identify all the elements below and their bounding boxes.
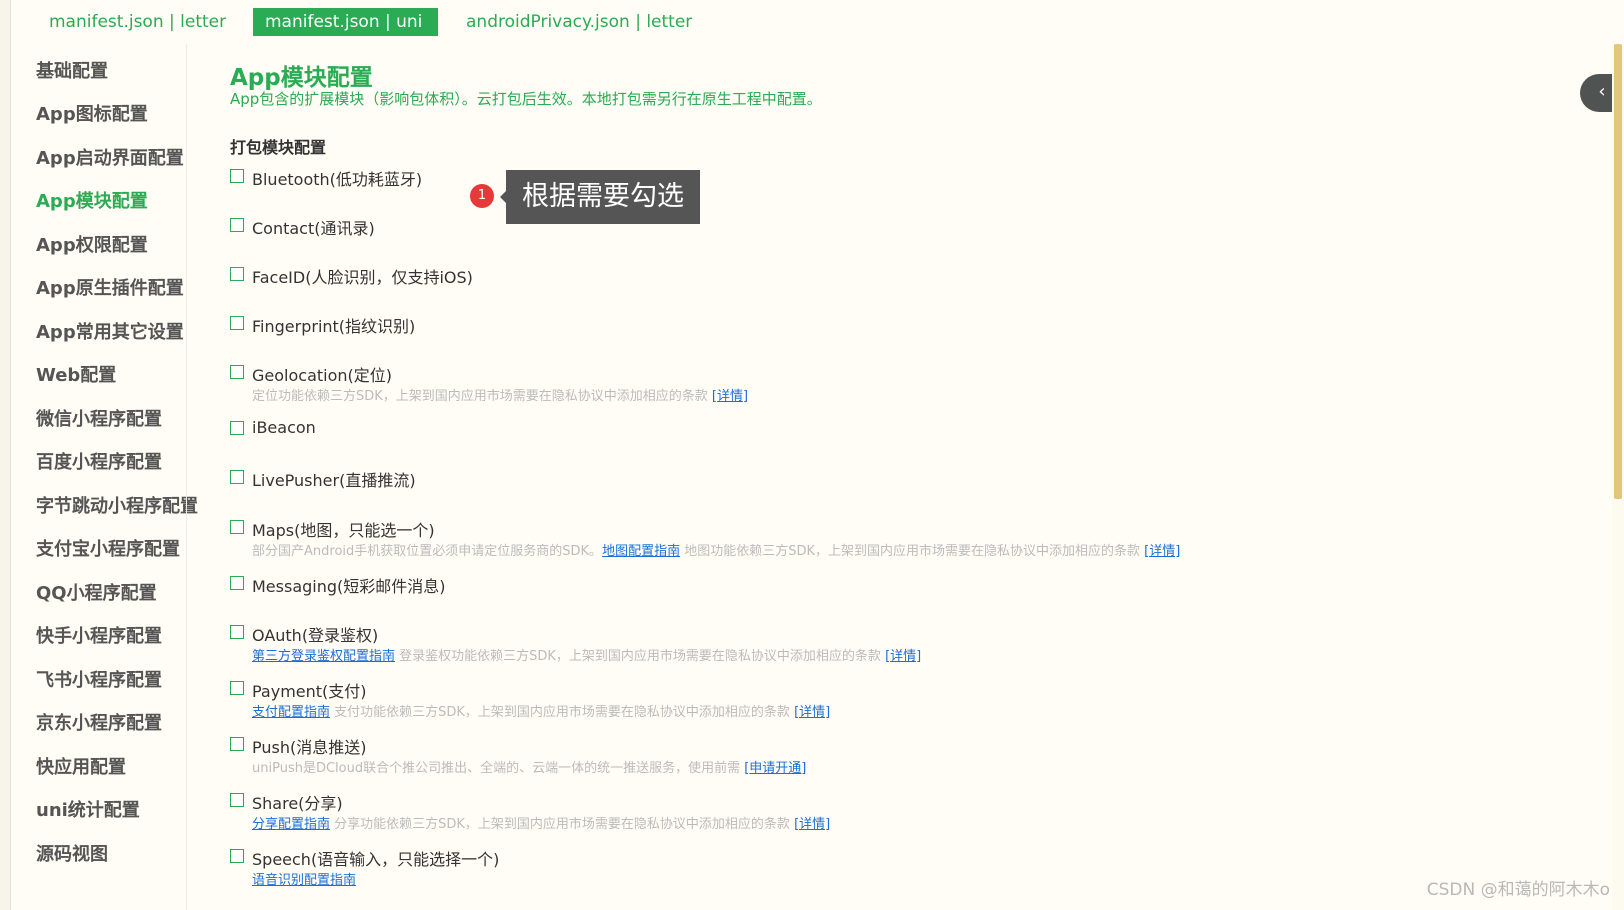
sidebar-item-baidu-mp[interactable]: 百度小程序配置 <box>36 448 162 474</box>
config-sidebar: 基础配置 App图标配置 App启动界面配置 App模块配置 App权限配置 A… <box>10 44 198 910</box>
module-label: Payment(支付) <box>252 682 367 701</box>
apply-link[interactable]: [申请开通] <box>744 761 806 776</box>
module-label: Contact(通讯录) <box>252 219 375 238</box>
module-label: Fingerprint(指纹识别) <box>252 317 416 336</box>
oauth-guide-link[interactable]: 第三方登录鉴权配置指南 <box>252 649 395 664</box>
sidebar-item-source-view[interactable]: 源码视图 <box>36 840 108 866</box>
oauth-checkbox[interactable] <box>230 625 244 639</box>
sidebar-divider <box>186 44 187 910</box>
description-text: 定位功能依赖三方SDK，上架到国内应用市场需要在隐私协议中添加相应的条款 <box>252 389 712 404</box>
section-title: 打包模块配置 <box>230 138 327 157</box>
tab-manifest-uni[interactable]: manifest.json | uni <box>253 8 438 36</box>
sidebar-item-jd-mp[interactable]: 京东小程序配置 <box>36 709 162 735</box>
maps-checkbox[interactable] <box>230 520 244 534</box>
description-text: 部分国产Android手机获取位置必须申请定位服务商的SDK。 <box>252 544 603 559</box>
fingerprint-checkbox[interactable] <box>230 316 244 330</box>
tab-manifest-letter[interactable]: manifest.json | letter <box>37 8 238 36</box>
details-link[interactable]: [详情] <box>712 389 748 404</box>
sidebar-item-kuaishou-mp[interactable]: 快手小程序配置 <box>36 622 162 648</box>
module-label: Geolocation(定位) <box>252 366 393 385</box>
module-description: 支付配置指南 支付功能依赖三方SDK，上架到国内应用市场需要在隐私协议中添加相应… <box>252 701 830 720</box>
ibeacon-checkbox[interactable] <box>230 421 244 435</box>
sidebar-item-app-modules[interactable]: App模块配置 <box>36 187 148 213</box>
sidebar-item-qq-mp[interactable]: QQ小程序配置 <box>36 579 157 605</box>
callout-text: 根据需要勾选 <box>506 170 700 224</box>
chevron-left-icon: ‹ <box>1598 81 1606 102</box>
module-label: Speech(语音输入，只能选择一个) <box>252 850 500 869</box>
module-description: 部分国产Android手机获取位置必须申请定位服务商的SDK。地图配置指南 地图… <box>252 540 1180 559</box>
editor-tab-bar: manifest.json | letter manifest.json | u… <box>10 0 1570 44</box>
sidebar-item-app-splash[interactable]: App启动界面配置 <box>36 144 184 170</box>
sidebar-item-toutiao-mp[interactable]: 字节跳动小程序配置 <box>36 492 198 518</box>
contact-checkbox[interactable] <box>230 218 244 232</box>
module-description: uniPush是DCloud联合个推公司推出、全端的、云端一体的统一推送服务，使… <box>252 757 806 776</box>
details-link[interactable]: [详情] <box>794 817 830 832</box>
speech-checkbox[interactable] <box>230 849 244 863</box>
faceid-checkbox[interactable] <box>230 267 244 281</box>
geolocation-checkbox[interactable] <box>230 365 244 379</box>
scrollbar-thumb[interactable] <box>1614 44 1622 499</box>
page-subtitle: App包含的扩展模块（影响包体积）。云打包后生效。本地打包需另行在原生工程中配置… <box>230 90 822 108</box>
description-text: 分享功能依赖三方SDK，上架到国内应用市场需要在隐私协议中添加相应的条款 <box>330 817 795 832</box>
messaging-checkbox[interactable] <box>230 576 244 590</box>
sidebar-item-app-icon[interactable]: App图标配置 <box>36 100 148 126</box>
share-guide-link[interactable]: 分享配置指南 <box>252 817 330 832</box>
sidebar-item-app-other-settings[interactable]: App常用其它设置 <box>36 318 184 344</box>
sidebar-item-alipay-mp[interactable]: 支付宝小程序配置 <box>36 535 180 561</box>
description-text: 支付功能依赖三方SDK，上架到国内应用市场需要在隐私协议中添加相应的条款 <box>330 705 795 720</box>
module-label: Share(分享) <box>252 794 343 813</box>
speech-guide-link[interactable]: 语音识别配置指南 <box>252 873 356 888</box>
description-text: uniPush是DCloud联合个推公司推出、全端的、云端一体的统一推送服务，使… <box>252 761 745 776</box>
module-description: 定位功能依赖三方SDK，上架到国内应用市场需要在隐私协议中添加相应的条款 [详情… <box>252 385 748 404</box>
sidebar-item-app-native-plugins[interactable]: App原生插件配置 <box>36 274 184 300</box>
sidebar-item-lark-mp[interactable]: 飞书小程序配置 <box>36 666 162 692</box>
module-label: Push(消息推送) <box>252 738 367 757</box>
module-label: LivePusher(直播推流) <box>252 471 416 490</box>
callout-number-badge: 1 <box>470 184 494 208</box>
module-label: iBeacon <box>252 418 316 437</box>
sidebar-item-web[interactable]: Web配置 <box>36 361 116 387</box>
module-description: 语音识别配置指南 <box>252 869 356 888</box>
module-label: OAuth(登录鉴权) <box>252 626 379 645</box>
details-link[interactable]: [详情] <box>1144 544 1180 559</box>
details-link[interactable]: [详情] <box>885 649 921 664</box>
module-label: Bluetooth(低功耗蓝牙) <box>252 170 423 189</box>
module-description: 分享配置指南 分享功能依赖三方SDK，上架到国内应用市场需要在隐私协议中添加相应… <box>252 813 830 832</box>
sidebar-item-app-permissions[interactable]: App权限配置 <box>36 231 148 257</box>
payment-checkbox[interactable] <box>230 681 244 695</box>
description-text: 登录鉴权功能依赖三方SDK，上架到国内应用市场需要在隐私协议中添加相应的条款 <box>395 649 886 664</box>
maps-guide-link[interactable]: 地图配置指南 <box>602 544 680 559</box>
share-checkbox[interactable] <box>230 793 244 807</box>
module-label: Messaging(短彩邮件消息) <box>252 577 446 596</box>
sidebar-item-quickapp[interactable]: 快应用配置 <box>36 753 126 779</box>
tab-android-privacy-letter[interactable]: androidPrivacy.json | letter <box>454 8 704 36</box>
watermark: CSDN @和蔼的阿木木o <box>1426 880 1610 900</box>
page-title: App模块配置 <box>230 65 373 91</box>
module-label: Maps(地图，只能选一个) <box>252 521 435 540</box>
module-label: FaceID(人脸识别，仅支持iOS) <box>252 268 473 287</box>
module-description: 第三方登录鉴权配置指南 登录鉴权功能依赖三方SDK，上架到国内应用市场需要在隐私… <box>252 645 921 664</box>
livepusher-checkbox[interactable] <box>230 470 244 484</box>
push-checkbox[interactable] <box>230 737 244 751</box>
bluetooth-checkbox[interactable] <box>230 169 244 183</box>
details-link[interactable]: [详情] <box>794 705 830 720</box>
description-text: 地图功能依赖三方SDK，上架到国内应用市场需要在隐私协议中添加相应的条款 <box>680 544 1145 559</box>
sidebar-item-basic[interactable]: 基础配置 <box>36 57 108 83</box>
payment-guide-link[interactable]: 支付配置指南 <box>252 705 330 720</box>
sidebar-item-weixin-mp[interactable]: 微信小程序配置 <box>36 405 162 431</box>
sidebar-item-uni-stat[interactable]: uni统计配置 <box>36 796 140 822</box>
